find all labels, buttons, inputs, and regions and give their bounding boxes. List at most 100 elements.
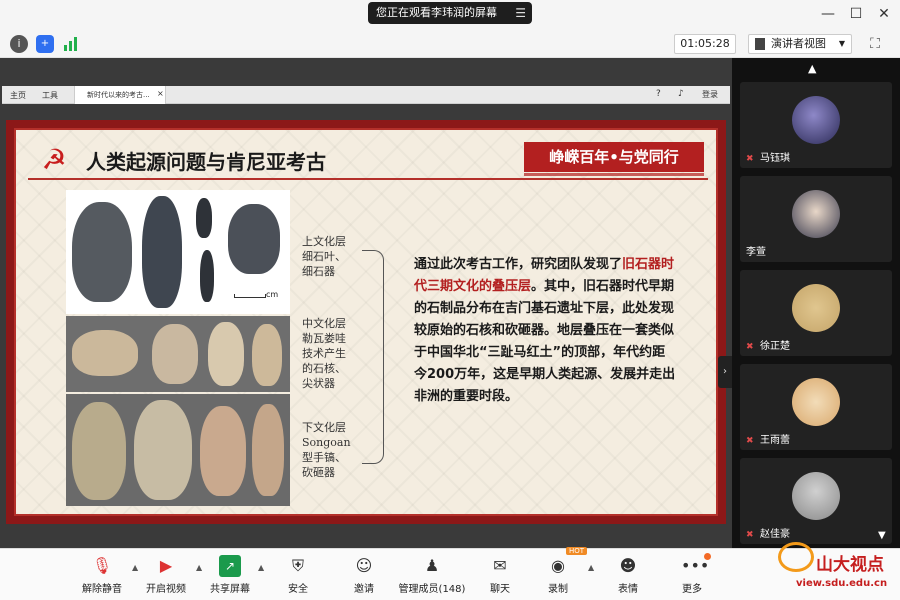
menu-tools[interactable]: 工具 bbox=[42, 90, 58, 101]
watermark-name: 山大视点 bbox=[816, 555, 884, 575]
close-icon[interactable]: ✕ bbox=[876, 6, 892, 22]
document-tab[interactable]: 新时代以来的考古... × bbox=[74, 86, 166, 104]
mic-off-icon: ✖ bbox=[746, 530, 754, 540]
slide-title: 人类起源问题与肯尼亚考古 bbox=[86, 150, 326, 174]
record-button[interactable]: ◉ 录制 bbox=[522, 555, 594, 595]
video-off-icon: ▶ bbox=[159, 556, 173, 575]
lower-layer-label: 下文化层 Songoan 型手镐、 砍砸器 bbox=[302, 421, 351, 479]
meeting-timer: 01:05:28 bbox=[674, 34, 736, 54]
share-screen-label: 共享屏幕 bbox=[210, 584, 250, 595]
security-label: 安全 bbox=[288, 584, 308, 595]
maximize-icon[interactable]: ☐ bbox=[848, 6, 864, 22]
participant-tile[interactable]: ✖ 马钰琪 bbox=[740, 82, 892, 168]
participant-tile[interactable]: ✖ 王雨蕾 bbox=[740, 364, 892, 450]
avatar bbox=[792, 96, 840, 144]
meeting-controls: 🎙 解除静音 ▲ ▶ 开启视频 ▲ ↗ 共享屏幕 ▲ ⛨ 安全 ☺ 邀请 ♟ 管… bbox=[0, 547, 900, 600]
participant-tile[interactable]: ✖ 徐正楚 bbox=[740, 270, 892, 356]
share-notice-text: 您正在观看李玮润的屏幕 bbox=[376, 6, 497, 19]
login-link[interactable]: 登录 bbox=[702, 89, 718, 100]
avatar bbox=[792, 190, 840, 238]
chat-icon: ✉ bbox=[493, 556, 507, 575]
start-video-label: 开启视频 bbox=[146, 584, 186, 595]
participant-tile[interactable]: 李萱 bbox=[740, 176, 892, 262]
unmute-label: 解除静音 bbox=[82, 584, 122, 595]
manage-members-button[interactable]: ♟ 管理成员(148) bbox=[396, 555, 468, 595]
invite-icon: ☺ bbox=[355, 556, 373, 575]
members-icon: ♟ bbox=[424, 556, 440, 575]
more-label: 更多 bbox=[682, 584, 702, 595]
sdu-watermark: 山大视点 view.sdu.edu.cn bbox=[770, 536, 896, 596]
mic-off-icon: 🎙 bbox=[91, 556, 113, 575]
description-intro: 通过此次考古工作，研究团队发现了 bbox=[414, 257, 623, 272]
chevron-up-icon[interactable]: ▲ bbox=[808, 62, 816, 75]
signal-bars-icon[interactable] bbox=[62, 35, 80, 53]
invite-label: 邀请 bbox=[354, 584, 374, 595]
avatar bbox=[792, 378, 840, 426]
participant-name: 徐正楚 bbox=[760, 341, 790, 352]
security-button[interactable]: ⛨ 安全 bbox=[262, 555, 334, 595]
participant-name: 李萱 bbox=[746, 247, 766, 258]
chevron-down-icon: ▼ bbox=[838, 39, 845, 48]
middle-layer-artifacts-photo bbox=[66, 316, 290, 392]
sdu-logo-icon bbox=[778, 542, 814, 572]
upper-layer-label: 上文化层 细石叶、 细石器 bbox=[302, 235, 346, 278]
info-icon[interactable]: i bbox=[10, 35, 28, 53]
tab-close-icon[interactable]: × bbox=[157, 89, 164, 98]
mic-off-icon: ✖ bbox=[746, 154, 754, 164]
collapse-panel-button[interactable]: › bbox=[718, 356, 732, 388]
emoji-icon: ☻ bbox=[619, 556, 637, 575]
mic-off-icon: ✖ bbox=[746, 436, 754, 446]
record-label: 录制 bbox=[548, 584, 568, 595]
menu-home[interactable]: 主页 bbox=[10, 90, 26, 101]
bell-icon[interactable]: ♪ bbox=[678, 89, 684, 99]
document-tab-title: 新时代以来的考古... bbox=[87, 91, 150, 99]
participants-panel: ▲ ✖ 马钰琪 李萱 ✖ 徐正楚 ✖ 王雨蕾 ✖ 赵佳豪 ▼ bbox=[732, 58, 900, 548]
slide-banner: 峥嵘百年•与党同行 bbox=[524, 142, 704, 176]
more-button[interactable]: ••• 更多 bbox=[656, 555, 728, 595]
description-body: 。其中，旧石器时代早期的石制品分布在吉门基石遗址下层，此处发现较原始的石核和砍砸… bbox=[414, 279, 676, 404]
scale-label: cm bbox=[266, 290, 279, 299]
middle-layer-label: 中文化层 勒瓦娄哇 技术产生 的石核、 尖状器 bbox=[302, 317, 346, 390]
shield-icon[interactable]: + bbox=[36, 35, 54, 53]
view-mode-dropdown[interactable]: 演讲者视图 ▼ bbox=[748, 34, 852, 54]
invite-button[interactable]: ☺ 邀请 bbox=[328, 555, 400, 595]
minimize-icon[interactable]: — bbox=[820, 6, 836, 22]
watermark-url: view.sdu.edu.cn bbox=[796, 578, 888, 589]
manage-members-label: 管理成员(148) bbox=[398, 584, 466, 595]
more-icon: ••• bbox=[681, 556, 710, 575]
scale-bar bbox=[234, 294, 266, 298]
avatar bbox=[792, 472, 840, 520]
layer-bracket bbox=[362, 250, 384, 464]
view-mode-label: 演讲者视图 bbox=[771, 37, 826, 50]
start-video-button[interactable]: ▶ 开启视频 bbox=[130, 555, 202, 595]
title-divider bbox=[28, 178, 708, 180]
unmute-button[interactable]: 🎙 解除静音 bbox=[66, 555, 138, 595]
shared-screen: 主页 工具 新时代以来的考古... × ? ♪ 登录 ☭ 人类起源问题与肯尼亚考… bbox=[0, 58, 732, 580]
participant-name: 马钰琪 bbox=[760, 153, 790, 164]
reactions-button[interactable]: ☻ 表情 bbox=[592, 555, 664, 595]
participant-tile[interactable]: ✖ 赵佳豪 bbox=[740, 458, 892, 544]
presentation-app-bar: 主页 工具 新时代以来的考古... × ? ♪ 登录 bbox=[2, 86, 730, 104]
participant-name: 王雨蕾 bbox=[760, 435, 790, 446]
notification-dot bbox=[704, 553, 711, 560]
share-notice[interactable]: 您正在观看李玮润的屏幕 ☰ bbox=[368, 2, 532, 24]
share-screen-icon: ↗ bbox=[219, 555, 241, 577]
title-bar: 您正在观看李玮润的屏幕 ☰ — ☐ ✕ bbox=[0, 0, 900, 30]
mic-off-icon: ✖ bbox=[746, 342, 754, 352]
hammer-sickle-icon: ☭ bbox=[41, 143, 67, 176]
presentation-slide: ☭ 人类起源问题与肯尼亚考古 峥嵘百年•与党同行 cm 上文化层 细石叶、 细石… bbox=[6, 120, 726, 580]
reactions-label: 表情 bbox=[618, 584, 638, 595]
chat-label: 聊天 bbox=[490, 584, 510, 595]
fullscreen-icon[interactable]: ⛶ bbox=[866, 35, 884, 53]
slide-description: 通过此次考古工作，研究团队发现了旧石器时代三期文化的叠压层。其中，旧石器时代早期… bbox=[414, 254, 676, 408]
upper-layer-artifacts-photo: cm bbox=[66, 190, 290, 314]
meeting-toolbar: i + 01:05:28 演讲者视图 ▼ ⛶ bbox=[0, 30, 900, 58]
list-icon[interactable]: ☰ bbox=[515, 2, 526, 24]
view-layout-icon bbox=[755, 38, 765, 50]
avatar bbox=[792, 284, 840, 332]
share-screen-button[interactable]: ↗ 共享屏幕 bbox=[194, 555, 266, 595]
record-icon: ◉ bbox=[551, 556, 565, 575]
help-icon[interactable]: ? bbox=[656, 89, 661, 99]
lower-layer-artifacts-photo bbox=[66, 394, 290, 506]
hot-badge: HOT bbox=[566, 547, 588, 555]
